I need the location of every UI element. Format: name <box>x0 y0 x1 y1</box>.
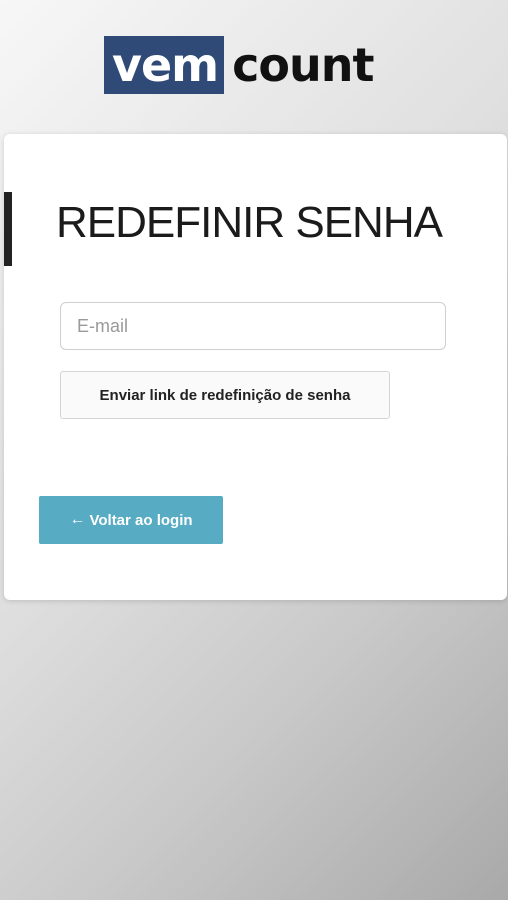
page-title: REDEFINIR SENHA <box>56 198 443 247</box>
title-accent-bar <box>4 192 12 266</box>
back-to-login-button[interactable]: ← Voltar ao login <box>39 496 223 544</box>
logo: vem count <box>104 36 374 94</box>
back-to-login-label: Voltar ao login <box>89 511 193 529</box>
arrow-left-icon: ← <box>69 511 86 528</box>
logo-wordmark: count <box>232 38 374 92</box>
email-field[interactable] <box>60 302 446 350</box>
reset-password-card: REDEFINIR SENHA Enviar link de redefiniç… <box>4 134 507 600</box>
logo-mark: vem <box>104 36 225 94</box>
send-reset-link-button[interactable]: Enviar link de redefinição de senha <box>60 371 390 419</box>
